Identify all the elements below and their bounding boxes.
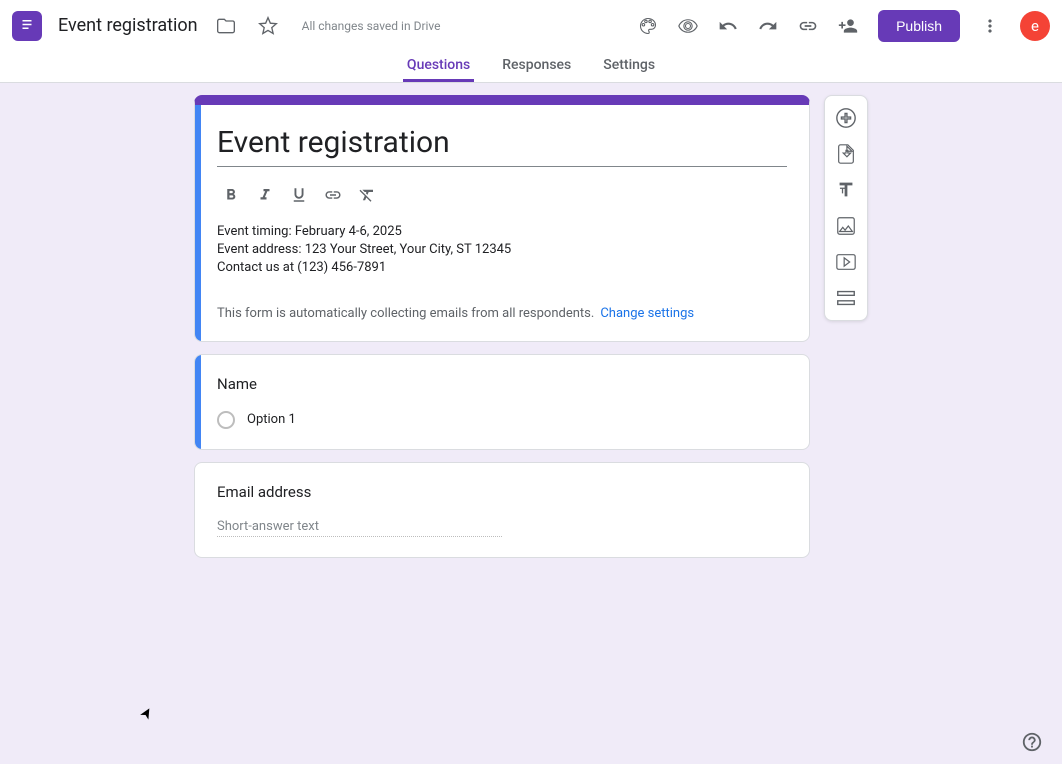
import-icon bbox=[835, 143, 857, 165]
add-circle-icon bbox=[835, 107, 857, 129]
redo-button[interactable] bbox=[750, 8, 786, 44]
add-section-button[interactable] bbox=[830, 282, 862, 314]
more-vert-icon bbox=[980, 16, 1000, 36]
app-header: Event registration All changes saved in … bbox=[0, 0, 1062, 83]
move-folder-button[interactable] bbox=[208, 8, 244, 44]
question-title[interactable]: Name bbox=[217, 375, 787, 393]
clear-format-button[interactable] bbox=[353, 181, 381, 209]
import-questions-button[interactable] bbox=[830, 138, 862, 170]
image-icon bbox=[835, 215, 857, 237]
header-actions: Publish e bbox=[630, 8, 1050, 44]
question-card-email[interactable]: Email address Short-answer text bbox=[194, 462, 810, 558]
insert-link-button[interactable] bbox=[319, 181, 347, 209]
palette-icon bbox=[638, 16, 658, 36]
notice-text: This form is automatically collecting em… bbox=[217, 306, 594, 321]
email-collection-notice: This form is automatically collecting em… bbox=[217, 294, 787, 321]
radio-option[interactable]: Option 1 bbox=[217, 411, 787, 429]
redo-icon bbox=[758, 16, 778, 36]
document-title[interactable]: Event registration bbox=[58, 15, 198, 36]
floating-toolbar bbox=[824, 95, 868, 321]
italic-button[interactable] bbox=[251, 181, 279, 209]
form-header-card[interactable]: Event registration Event timing: Februar… bbox=[194, 95, 810, 342]
star-icon bbox=[258, 16, 278, 36]
add-video-button[interactable] bbox=[830, 246, 862, 278]
link-button[interactable] bbox=[790, 8, 826, 44]
mouse-cursor: ➤ bbox=[135, 703, 157, 723]
header-top-bar: Event registration All changes saved in … bbox=[0, 0, 1062, 51]
publish-button[interactable]: Publish bbox=[878, 10, 960, 42]
section-icon bbox=[835, 287, 857, 309]
link-icon bbox=[324, 186, 342, 204]
person-add-icon bbox=[838, 16, 858, 36]
preview-button[interactable] bbox=[670, 8, 706, 44]
forms-logo[interactable] bbox=[12, 11, 42, 41]
change-settings-link[interactable]: Change settings bbox=[600, 306, 694, 321]
form-description-input[interactable]: Event timing: February 4-6, 2025 Event a… bbox=[217, 223, 787, 278]
form-title-input[interactable]: Event registration bbox=[217, 125, 787, 167]
form-column: Event registration Event timing: Februar… bbox=[194, 95, 810, 570]
option-label: Option 1 bbox=[247, 412, 296, 427]
link-icon bbox=[798, 16, 818, 36]
help-icon bbox=[1021, 731, 1043, 753]
add-title-button[interactable] bbox=[830, 174, 862, 206]
question-title[interactable]: Email address bbox=[217, 483, 787, 501]
star-button[interactable] bbox=[250, 8, 286, 44]
tab-settings[interactable]: Settings bbox=[599, 51, 659, 82]
text-icon bbox=[835, 179, 857, 201]
add-question-button[interactable] bbox=[830, 102, 862, 134]
folder-icon bbox=[216, 16, 236, 36]
title-icon-group bbox=[208, 8, 286, 44]
bold-icon bbox=[222, 186, 240, 204]
more-button[interactable] bbox=[972, 8, 1008, 44]
share-button[interactable] bbox=[830, 8, 866, 44]
clear-format-icon bbox=[358, 186, 376, 204]
help-button[interactable] bbox=[1018, 728, 1046, 756]
tab-questions[interactable]: Questions bbox=[403, 51, 474, 82]
undo-icon bbox=[718, 16, 738, 36]
tabs-bar: Questions Responses Settings bbox=[0, 51, 1062, 82]
form-canvas: Event registration Event timing: Februar… bbox=[0, 83, 1062, 570]
italic-icon bbox=[256, 186, 274, 204]
eye-icon bbox=[678, 16, 698, 36]
radio-icon bbox=[217, 411, 235, 429]
format-toolbar bbox=[217, 177, 787, 209]
underline-button[interactable] bbox=[285, 181, 313, 209]
question-card-name[interactable]: Name Option 1 bbox=[194, 354, 810, 450]
theme-button[interactable] bbox=[630, 8, 666, 44]
bold-button[interactable] bbox=[217, 181, 245, 209]
account-avatar[interactable]: e bbox=[1020, 11, 1050, 41]
add-image-button[interactable] bbox=[830, 210, 862, 242]
tab-responses[interactable]: Responses bbox=[498, 51, 575, 82]
short-answer-placeholder: Short-answer text bbox=[217, 519, 502, 537]
undo-button[interactable] bbox=[710, 8, 746, 44]
save-status: All changes saved in Drive bbox=[302, 19, 441, 33]
video-icon bbox=[835, 251, 857, 273]
underline-icon bbox=[290, 186, 308, 204]
